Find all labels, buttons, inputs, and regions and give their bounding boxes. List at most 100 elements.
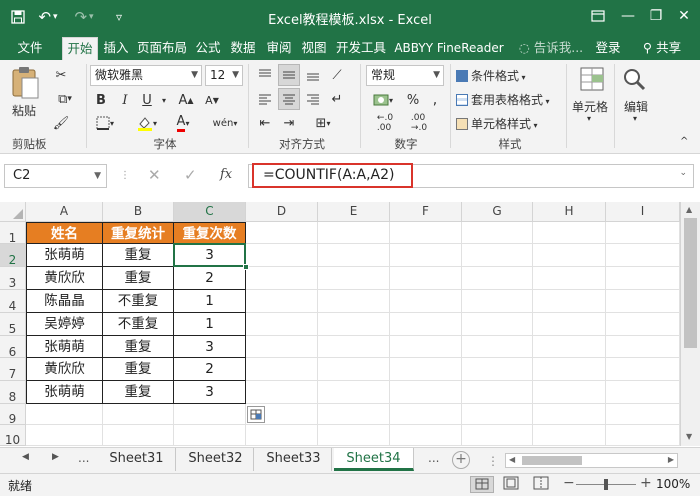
align-left-icon[interactable] (254, 88, 276, 110)
cut-icon[interactable]: ✂ (50, 64, 72, 86)
cells-button-label[interactable]: 单元格 (572, 98, 608, 115)
zoom-in-button[interactable]: + (640, 475, 652, 491)
merge-center-icon[interactable]: ⊞ ▾ (304, 112, 342, 134)
empty-cell[interactable] (318, 404, 390, 425)
empty-cell[interactable] (606, 267, 680, 290)
empty-cell[interactable] (462, 425, 533, 446)
table-cell[interactable]: 3 (174, 244, 246, 267)
wrap-text-icon[interactable]: ↵ (326, 88, 348, 110)
scroll-up-icon[interactable]: ▲ (686, 205, 692, 214)
row-header-1[interactable]: 1 (0, 222, 26, 245)
column-header-h[interactable]: H (533, 202, 606, 222)
empty-cell[interactable] (174, 425, 246, 446)
tab-home[interactable]: 开始 (62, 37, 98, 60)
empty-cell[interactable] (318, 313, 390, 336)
table-cell[interactable]: 张萌萌 (26, 244, 103, 267)
empty-cell[interactable] (246, 267, 318, 290)
empty-cell[interactable] (318, 381, 390, 404)
number-format-dropdown[interactable]: 常规 ▼ (366, 65, 444, 86)
empty-cell[interactable] (318, 267, 390, 290)
vertical-scrollbar[interactable]: ▲ ▼ (680, 202, 700, 446)
table-cell[interactable]: 3 (174, 336, 246, 358)
empty-cell[interactable] (103, 404, 174, 425)
scroll-right-icon[interactable]: ▶ (668, 455, 674, 464)
row-header-8[interactable]: 8 (0, 381, 26, 404)
empty-cell[interactable] (606, 425, 680, 446)
empty-cell[interactable] (533, 290, 606, 313)
empty-cell[interactable] (103, 425, 174, 446)
sheet-tab-sheet32[interactable]: Sheet32 (178, 448, 254, 471)
align-top-icon[interactable] (254, 64, 276, 86)
table-cell[interactable]: 3 (174, 381, 246, 404)
empty-cell[interactable] (246, 336, 318, 358)
align-middle-icon[interactable] (278, 64, 300, 86)
align-center-icon[interactable] (278, 88, 300, 110)
empty-cell[interactable] (462, 358, 533, 381)
empty-cell[interactable] (246, 358, 318, 381)
empty-cell[interactable] (462, 267, 533, 290)
row-header-5[interactable]: 5 (0, 313, 26, 336)
empty-cell[interactable] (462, 313, 533, 336)
empty-cell[interactable] (318, 222, 390, 244)
empty-cell[interactable] (318, 290, 390, 313)
empty-cell[interactable] (390, 290, 462, 313)
align-right-icon[interactable] (302, 88, 324, 110)
row-header-10[interactable]: 10 (0, 425, 26, 447)
format-painter-icon[interactable]: 🖌 (50, 112, 72, 134)
empty-cell[interactable] (462, 336, 533, 358)
magnifier-icon[interactable] (620, 65, 650, 95)
table-cell[interactable]: 黄欣欣 (26, 358, 103, 381)
fill-handle[interactable] (243, 264, 249, 270)
percent-style-button[interactable]: % (404, 89, 422, 111)
empty-cell[interactable] (533, 336, 606, 358)
empty-cell[interactable] (533, 381, 606, 404)
table-cell[interactable]: 不重复 (103, 313, 174, 336)
comma-style-icon[interactable]: , (426, 89, 444, 111)
empty-cell[interactable] (606, 358, 680, 381)
scroll-left-icon[interactable]: ◀ (509, 455, 515, 464)
row-header-6[interactable]: 6 (0, 336, 26, 359)
empty-cell[interactable] (606, 313, 680, 336)
format-as-table-button[interactable]: 套用表格格式 ▾ (456, 91, 550, 108)
empty-cell[interactable] (390, 425, 462, 446)
empty-cell[interactable] (606, 222, 680, 244)
tab-file[interactable]: 文件 (8, 37, 52, 60)
empty-cell[interactable] (246, 425, 318, 446)
zoom-slider-thumb[interactable] (604, 479, 608, 490)
underline-button[interactable]: U (138, 89, 156, 111)
table-cell[interactable]: 重复 (103, 336, 174, 358)
row-header-9[interactable]: 9 (0, 404, 26, 426)
column-header-c[interactable]: C (174, 202, 246, 222)
table-header-cell[interactable]: 重复次数 (174, 222, 246, 244)
tab-page-layout[interactable]: 页面布局 (134, 37, 190, 60)
scroll-tabs-right-icon[interactable]: ▶ (52, 452, 59, 462)
column-header-a[interactable]: A (26, 202, 103, 222)
font-shrink-icon[interactable]: A ▼ (200, 89, 224, 111)
table-cell[interactable]: 2 (174, 267, 246, 290)
italic-button[interactable]: I (116, 89, 134, 111)
row-header-4[interactable]: 4 (0, 290, 26, 313)
empty-cell[interactable] (462, 404, 533, 425)
empty-cell[interactable] (533, 222, 606, 244)
empty-cell[interactable] (606, 290, 680, 313)
empty-cell[interactable] (533, 404, 606, 425)
signin-link[interactable]: 登录 (590, 37, 626, 60)
increase-decimal-icon[interactable]: ←.0.00 (370, 112, 400, 134)
empty-cell[interactable] (533, 244, 606, 267)
close-button[interactable]: ✕ (670, 4, 698, 28)
font-size-dropdown[interactable]: 12 ▼ (205, 65, 243, 86)
table-cell[interactable]: 重复 (103, 358, 174, 381)
orientation-icon[interactable]: ⟋ (326, 64, 348, 86)
table-cell[interactable]: 重复 (103, 244, 174, 267)
empty-cell[interactable] (390, 222, 462, 244)
column-header-e[interactable]: E (318, 202, 390, 222)
empty-cell[interactable] (606, 381, 680, 404)
normal-view-icon[interactable] (470, 476, 494, 493)
tab-review[interactable]: 审阅 (262, 37, 296, 60)
editing-button-label[interactable]: 编辑 (624, 98, 648, 115)
empty-cell[interactable] (246, 244, 318, 267)
empty-cell[interactable] (390, 358, 462, 381)
underline-dropdown-icon[interactable]: ▾ (158, 89, 170, 111)
empty-cell[interactable] (533, 267, 606, 290)
horizontal-scroll-thumb[interactable] (522, 456, 582, 465)
